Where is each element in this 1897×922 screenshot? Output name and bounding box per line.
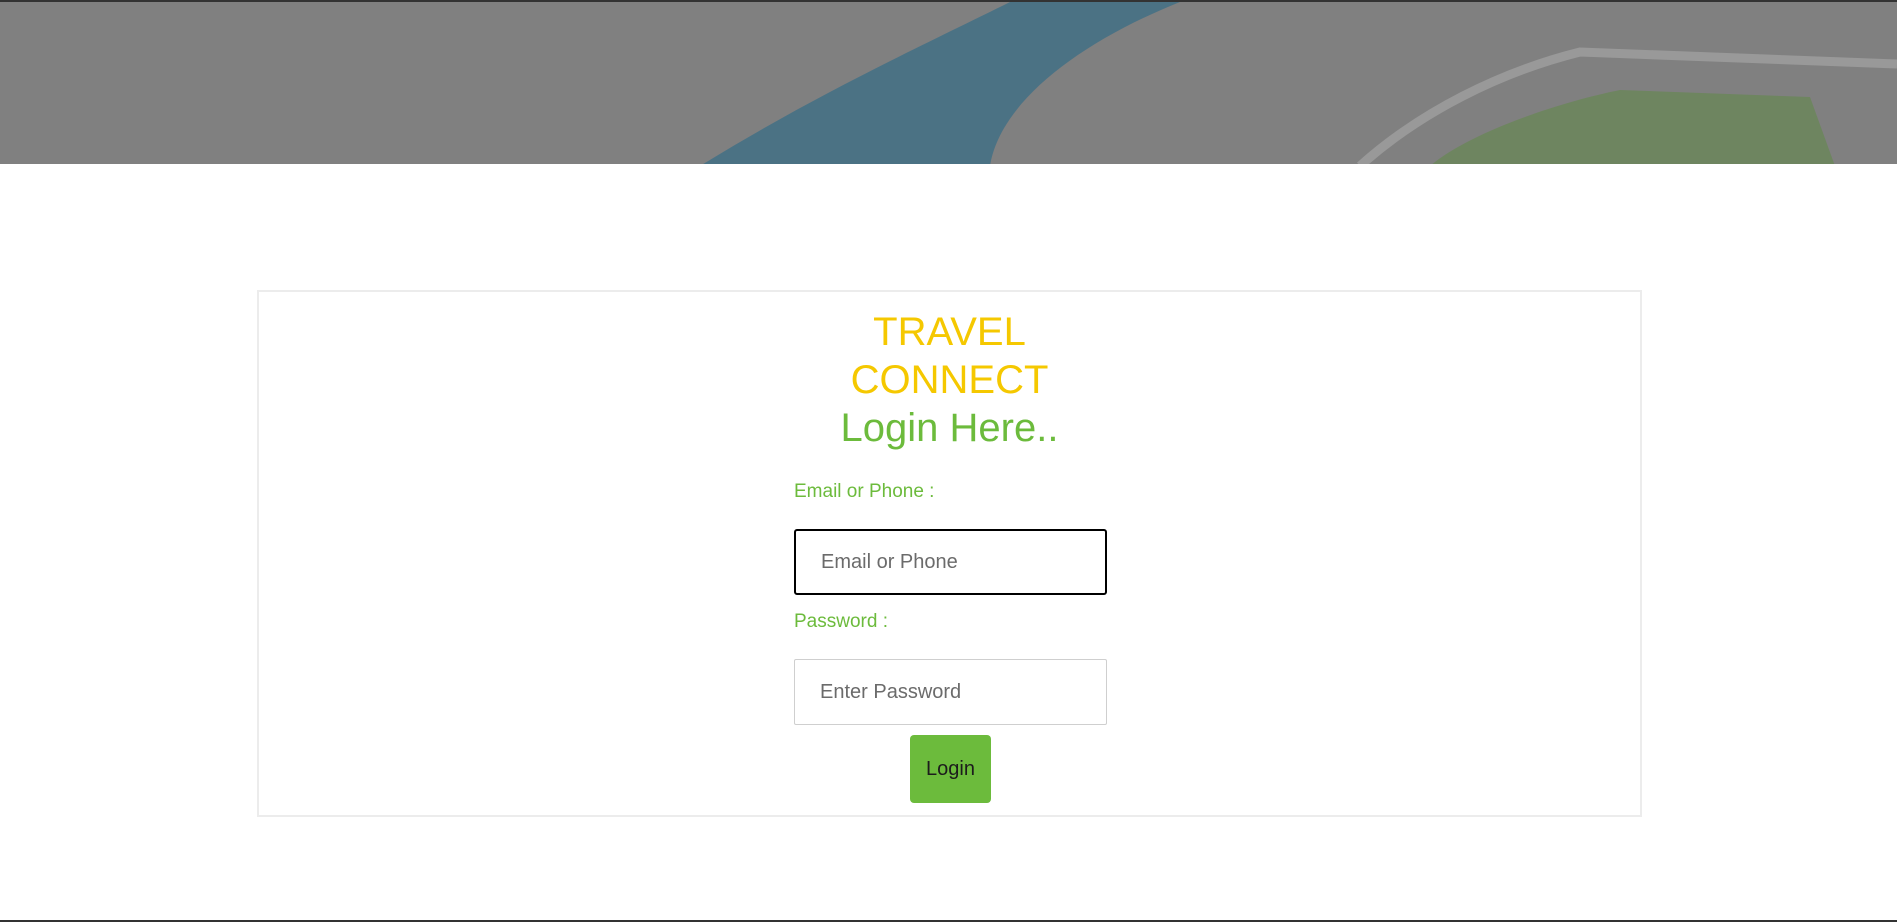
brand-title-line1: TRAVEL: [873, 310, 1026, 354]
password-label: Password :: [794, 611, 888, 632]
hero-banner-image: [0, 0, 1897, 164]
login-button[interactable]: Login: [910, 735, 991, 803]
brand-title: TRAVEL CONNECT: [259, 308, 1640, 404]
password-input[interactable]: [794, 659, 1107, 725]
email-label: Email or Phone :: [794, 481, 935, 502]
login-card: TRAVEL CONNECT Login Here.. Email or Pho…: [257, 290, 1642, 817]
brand-title-line2: CONNECT: [850, 358, 1049, 402]
email-or-phone-input[interactable]: [794, 529, 1107, 595]
map-background-graphic: [0, 2, 1897, 164]
login-heading: Login Here..: [840, 406, 1059, 450]
